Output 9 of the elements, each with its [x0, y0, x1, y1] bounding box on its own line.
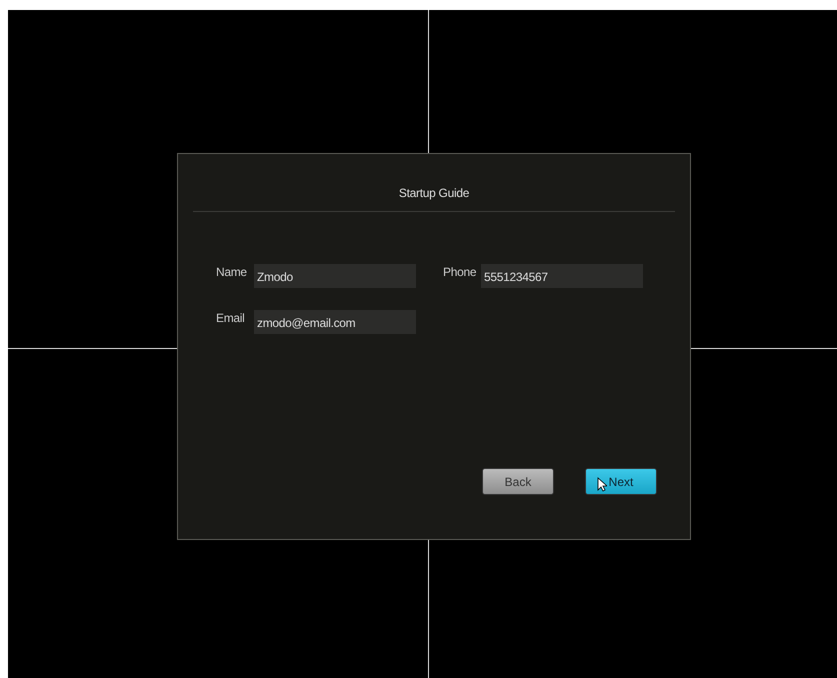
input-field[interactable]: Zmodo [254, 264, 416, 288]
input-field[interactable]: zmodo@email.com [254, 310, 416, 334]
input-field[interactable]: 5551234567 [481, 264, 643, 288]
field-label: Email [216, 311, 246, 325]
back-button[interactable]: Back [482, 468, 554, 495]
field-label: Name [216, 265, 246, 279]
dialog-title: Startup Guide [398, 186, 470, 200]
next-button[interactable]: Next [585, 468, 657, 495]
cursor-icon [597, 477, 607, 492]
